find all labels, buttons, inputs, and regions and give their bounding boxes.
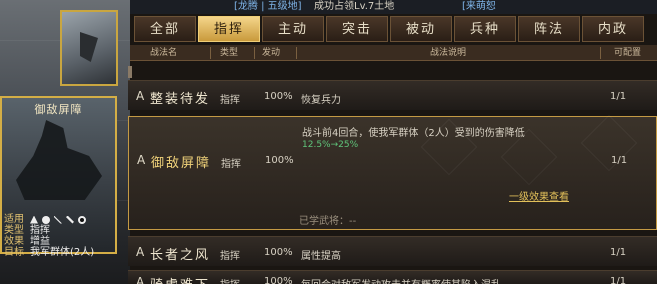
column-header: 战法名 类型 发动 战法说明 可配置 — [130, 45, 657, 61]
skill-grade: A — [136, 89, 145, 103]
tab-troop[interactable]: 兵种 — [454, 16, 516, 42]
skill-name: 骑虎难下 — [150, 274, 210, 284]
skill-grade: A — [137, 153, 146, 167]
skill-name: 长者之风 — [150, 248, 211, 263]
notification-text: 成功占领Lv.7土地 — [314, 1, 395, 12]
column-name: 战法名 — [150, 48, 178, 58]
skill-trigger-rate: 100% — [265, 155, 294, 166]
card-row-key: 目标 — [4, 247, 24, 258]
skill-row[interactable]: A 长者之风 指挥 100% 属性提高 1/1 — [128, 236, 657, 266]
troop-type-icons — [30, 214, 86, 225]
previous-skill-thumbnail[interactable] — [60, 10, 118, 86]
notification-user[interactable]: [来萌恕 — [462, 0, 496, 14]
column-divider — [296, 47, 297, 59]
skill-name: 御敌屏障 — [151, 156, 212, 171]
skill-row[interactable]: A 骑虎难下 指挥 100% 每回合对敌军发动攻击并有概率使其陷入混乱 1/1 — [128, 270, 657, 284]
notification-location[interactable]: [龙腾 | 五级地] — [234, 0, 302, 14]
tab-formation[interactable]: 阵法 — [518, 16, 580, 42]
scroll-indicator[interactable] — [128, 66, 132, 78]
skill-grade: A — [136, 245, 145, 259]
tab-active[interactable]: 主动 — [262, 16, 324, 42]
skill-row-selected[interactable]: A 御敌屏障 指挥 100% 战斗前4回合，使我军群体（2人）受到的伤害降低 1… — [128, 114, 657, 230]
skill-config-count: 1/1 — [610, 247, 627, 258]
card-row-key: 效果 — [4, 236, 24, 247]
column-type: 类型 — [220, 48, 239, 58]
skill-trigger-rate: 100% — [264, 91, 293, 102]
skill-name: 整装待发 — [150, 92, 211, 107]
column-trigger: 发动 — [262, 48, 281, 58]
notification-bar: [龙腾 | 五级地] 成功占领Lv.7土地 [来萌恕 — [130, 0, 657, 14]
column-description: 战法说明 — [429, 48, 466, 58]
archer-icon — [54, 215, 62, 224]
card-row-key: 类型 — [4, 225, 24, 236]
column-divider — [254, 47, 255, 59]
skill-config-count: 1/1 — [610, 276, 627, 284]
skill-grade: A — [136, 275, 145, 284]
cavalry-icon — [30, 215, 38, 224]
skill-row[interactable]: A 整装待发 指挥 100% 恢复兵力 1/1 — [128, 80, 657, 110]
card-row-effect: 效果 增益 — [4, 236, 116, 247]
learned-generals: 已学武将：-- — [299, 216, 357, 227]
skill-description: 属性提高 — [301, 251, 341, 262]
skill-scaling-value: 12.5%→25% — [302, 140, 359, 150]
warrior-silhouette-image — [16, 120, 102, 200]
column-divider — [210, 47, 211, 59]
skill-card: 御敌屏障 适用 类型 指挥 效果 增益 目标 我军群体(2人) — [0, 96, 117, 258]
shield-icon — [42, 215, 50, 224]
skill-card-title: 御敌屏障 — [34, 103, 83, 116]
decorative-pattern — [580, 114, 638, 172]
tab-all[interactable]: 全部 — [134, 16, 196, 42]
card-row-applicable: 适用 — [4, 214, 116, 225]
tab-command[interactable]: 指挥 — [198, 16, 260, 42]
skill-description: 战斗前4回合，使我军群体（2人）受到的伤害降低 — [302, 128, 525, 139]
skill-type: 指挥 — [220, 95, 240, 106]
spear-icon — [66, 215, 74, 224]
skill-config-count: 1/1 — [611, 155, 628, 166]
card-row-value: 我军群体(2人) — [30, 247, 95, 258]
tab-assault[interactable]: 突击 — [326, 16, 388, 42]
card-row-target: 目标 我军群体(2人) — [4, 247, 116, 258]
skill-type: 指挥 — [220, 251, 240, 262]
skill-description: 每回合对敌军发动攻击并有概率使其陷入混乱 — [301, 276, 501, 284]
card-row-value: 指挥 — [30, 225, 50, 236]
skill-type: 指挥 — [220, 276, 240, 284]
category-tabs: 全部 指挥 主动 突击 被动 兵种 阵法 内政 — [134, 16, 644, 42]
skill-description: 恢复兵力 — [301, 95, 341, 106]
card-row-type: 类型 指挥 — [4, 225, 116, 236]
column-config: 可配置 — [613, 48, 641, 58]
tab-internal[interactable]: 内政 — [582, 16, 644, 42]
tab-passive[interactable]: 被动 — [390, 16, 452, 42]
siege-icon — [78, 215, 86, 224]
skill-trigger-rate: 100% — [264, 247, 293, 258]
card-row-value: 增益 — [30, 236, 50, 247]
card-row-key: 适用 — [4, 214, 24, 225]
banner-icon — [80, 32, 98, 62]
skill-config-count: 1/1 — [610, 91, 627, 102]
level-one-effect-link[interactable]: 一级效果查看 — [509, 188, 569, 203]
skill-type: 指挥 — [221, 159, 241, 170]
skill-trigger-rate: 100% — [264, 276, 293, 284]
